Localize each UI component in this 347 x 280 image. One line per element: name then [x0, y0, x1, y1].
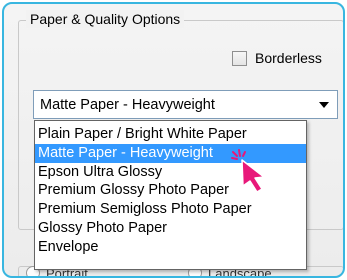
option-premium-semigloss[interactable]: Premium Semigloss Photo Paper — [35, 200, 306, 219]
option-plain-paper[interactable]: Plain Paper / Bright White Paper — [35, 125, 306, 144]
paper-type-select[interactable]: Matte Paper - Heavyweight — [33, 90, 338, 119]
pointer-arrow-icon — [231, 149, 265, 193]
borderless-checkbox[interactable]: Borderless — [232, 48, 322, 68]
option-glossy-photo[interactable]: Glossy Photo Paper — [35, 219, 306, 238]
chevron-down-icon[interactable] — [319, 102, 329, 108]
borderless-label: Borderless — [255, 50, 322, 66]
group-title: Paper & Quality Options — [26, 10, 185, 28]
checkbox-box[interactable] — [232, 50, 247, 66]
select-value: Matte Paper - Heavyweight — [40, 96, 215, 113]
paper-quality-panel: Paper & Quality Options Borderless Portr… — [2, 2, 345, 278]
paper-type-listbox[interactable]: Plain Paper / Bright White Paper Matte P… — [34, 120, 307, 270]
option-envelope[interactable]: Envelope — [35, 238, 306, 257]
